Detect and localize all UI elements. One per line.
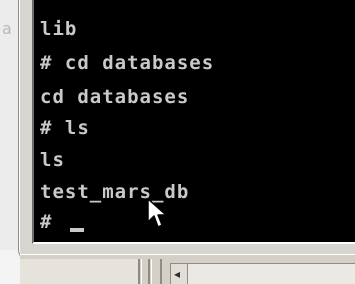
splitter-highlight (141, 259, 142, 284)
window-bottom-bar: ◂ (20, 254, 355, 284)
scroll-left-button[interactable]: ◂ (170, 263, 188, 284)
splitter-divider (148, 259, 150, 284)
background-window-text: a (2, 19, 12, 38)
text-cursor (70, 228, 84, 232)
console-line: lib (40, 18, 78, 40)
arrow-left-icon: ◂ (174, 267, 181, 281)
prompt-symbol: # (40, 211, 52, 233)
splitter-divider (160, 259, 162, 284)
screen: a lib # cd databases cd databases # ls l… (0, 0, 355, 284)
console-line: ls (40, 149, 65, 171)
mouse-pointer-arrow-icon (147, 198, 167, 228)
horizontal-scrollbar-track[interactable] (188, 263, 355, 284)
splitter-divider (138, 259, 140, 284)
terminal-console[interactable]: lib # cd databases cd databases # ls ls … (32, 0, 355, 244)
console-line: # cd databases (40, 52, 215, 74)
console-line: cd databases (40, 86, 190, 108)
status-area (20, 259, 138, 284)
command-prompt[interactable]: # (40, 211, 84, 233)
console-line: # ls (40, 117, 90, 139)
splitter-highlight (151, 259, 152, 284)
